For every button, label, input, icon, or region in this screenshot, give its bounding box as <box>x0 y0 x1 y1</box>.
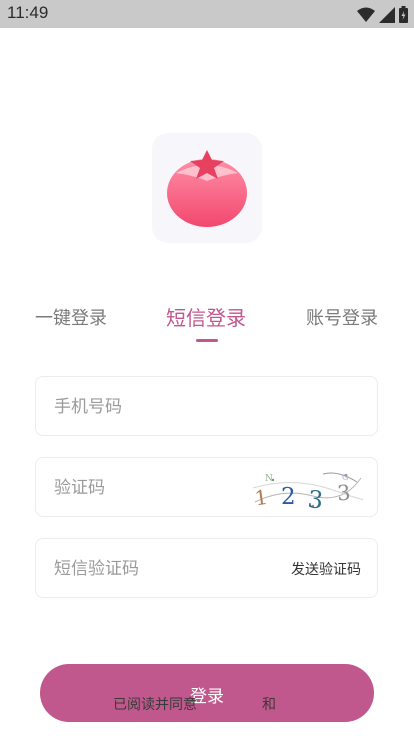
status-time: 11:49 <box>7 3 49 22</box>
agreement-and: 和 <box>262 697 276 713</box>
svg-text:1: 1 <box>253 485 269 510</box>
svg-text:2: 2 <box>281 484 296 510</box>
sms-code-input[interactable] <box>52 539 276 599</box>
tab-one-click-login[interactable]: 一键登录 <box>35 304 107 330</box>
login-tabs: 一键登录 短信登录 账号登录 <box>0 300 414 340</box>
login-button-label: 登录 <box>190 687 224 707</box>
tab-account-login[interactable]: 账号登录 <box>306 304 378 330</box>
phone-input[interactable] <box>52 377 276 437</box>
status-icons <box>357 6 408 23</box>
captcha-image[interactable]: N G S 1 2 3 3 <box>248 468 366 515</box>
login-button[interactable]: 登录 <box>40 664 374 722</box>
svg-text:3: 3 <box>306 485 324 510</box>
phone-field <box>35 376 378 437</box>
wifi-icon <box>357 7 375 22</box>
tomato-icon <box>167 150 247 227</box>
svg-text:3: 3 <box>336 481 351 506</box>
sms-code-field: 发送验证码 <box>35 538 378 599</box>
captcha-input[interactable] <box>52 458 276 518</box>
battery-icon <box>399 6 408 23</box>
tab-sms-login[interactable]: 短信登录 <box>166 302 246 331</box>
active-tab-indicator <box>196 339 218 342</box>
svg-text:N: N <box>265 474 273 484</box>
signal-icon <box>379 6 395 23</box>
captcha-field: N G S 1 2 3 3 <box>35 457 378 518</box>
agreement-prefix: 已阅读并同意 <box>113 697 197 713</box>
send-code-button[interactable]: 发送验证码 <box>291 559 361 579</box>
app-logo <box>152 133 262 243</box>
status-bar: 11:49 <box>0 0 414 28</box>
